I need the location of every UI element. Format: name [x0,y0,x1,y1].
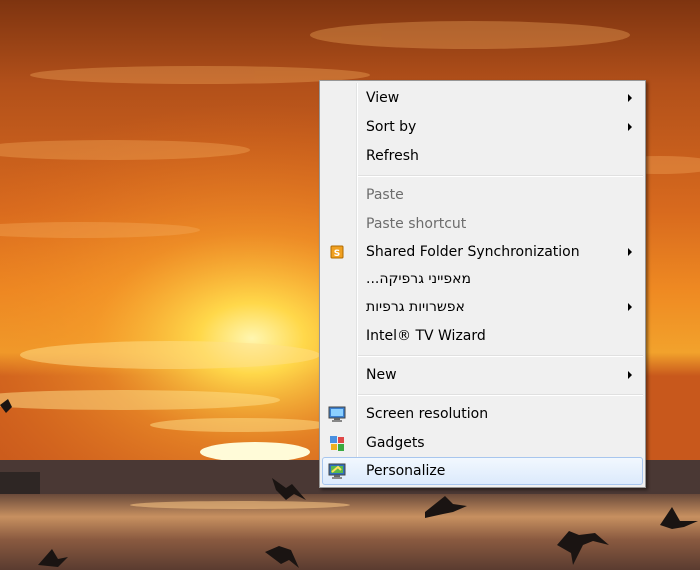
menu-item-gadgets[interactable]: Gadgets [322,429,643,457]
menu-item-label: View [366,90,400,106]
menu-item-sort-by[interactable]: Sort by [322,113,643,141]
menu-item-label: Personalize [366,463,446,479]
menu-separator [358,355,643,357]
menu-item-refresh[interactable]: Refresh [322,142,643,170]
menu-item-paste-shortcut[interactable]: Paste shortcut [322,210,643,238]
menu-item-graphics-options[interactable]: אפשרויות גרפיות [322,293,643,321]
menu-item-intel-tv-wizard[interactable]: Intel® TV Wizard [322,322,643,350]
menu-item-label: Sort by [366,119,417,135]
menu-item-label: Paste [366,187,404,203]
menu-item-label: Gadgets [366,435,425,451]
menu-separator [358,394,643,396]
menu-item-screen-resolution[interactable]: Screen resolution [322,400,643,428]
shared-folder-sync-icon: S [328,243,346,261]
menu-item-label: Intel® TV Wizard [366,328,486,344]
submenu-arrow-icon [628,248,632,256]
menu-item-label: אפשרויות גרפיות [366,299,465,315]
personalize-icon [328,462,346,480]
menu-item-label: Shared Folder Synchronization [366,244,580,260]
menu-item-graphics-properties[interactable]: מאפייני גרפיקה... [322,265,643,293]
menu-item-label: New [366,367,397,383]
gadgets-icon [328,434,346,452]
submenu-arrow-icon [628,123,632,131]
submenu-arrow-icon [628,94,632,102]
menu-item-shared-folder-sync[interactable]: S Shared Folder Synchronization [322,238,643,266]
menu-separator [358,175,643,177]
submenu-arrow-icon [628,371,632,379]
menu-item-personalize[interactable]: Personalize [322,457,643,485]
menu-item-new[interactable]: New [322,361,643,389]
menu-item-view[interactable]: View [322,84,643,112]
desktop-context-menu: View Sort by Refresh Paste Paste shortcu… [319,80,646,488]
menu-item-label: Screen resolution [366,406,489,422]
menu-item-label: Refresh [366,148,419,164]
monitor-icon [328,405,346,423]
submenu-arrow-icon [628,303,632,311]
menu-item-paste[interactable]: Paste [322,181,643,209]
menu-item-label: מאפייני גרפיקה... [366,271,472,287]
svg-text:S: S [334,249,340,259]
menu-item-label: Paste shortcut [366,216,467,232]
